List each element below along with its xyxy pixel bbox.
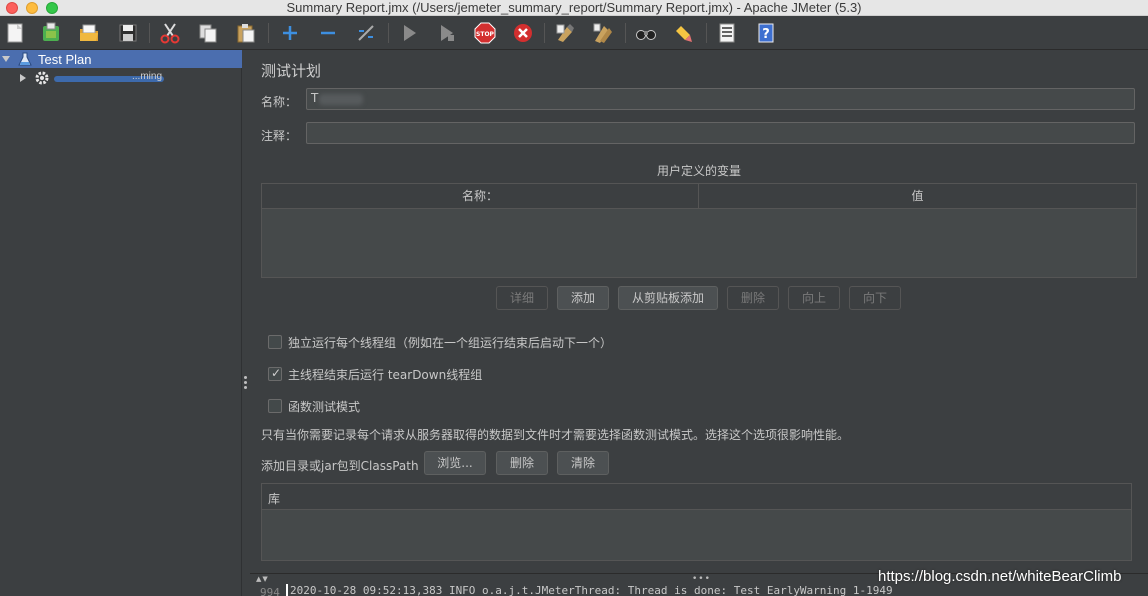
run-thread-groups-consecutively-checkbox[interactable] <box>268 335 282 349</box>
cut-icon[interactable] <box>159 22 181 44</box>
comment-field[interactable] <box>306 122 1135 144</box>
copy-icon[interactable] <box>197 22 219 44</box>
name-field-value: T <box>311 91 319 105</box>
search-icon[interactable] <box>635 22 657 44</box>
table-header: 名称： 值 <box>262 184 1136 209</box>
templates-icon[interactable] <box>40 22 62 44</box>
comment-label: 注释： <box>261 129 298 143</box>
test-plan-icon <box>18 52 32 66</box>
move-down-button[interactable]: 向下 <box>849 286 901 310</box>
column-header-name[interactable]: 名称： <box>262 184 698 209</box>
checkmark-icon: ✓ <box>271 366 282 380</box>
library-table[interactable]: 库 <box>261 483 1132 561</box>
save-icon[interactable] <box>117 22 139 44</box>
toolbar-separator <box>388 23 389 43</box>
shutdown-icon[interactable] <box>512 22 534 44</box>
column-header-value[interactable]: 值 <box>699 184 1136 209</box>
toolbar-separator <box>706 23 707 43</box>
detail-button[interactable]: 详细 <box>496 286 548 310</box>
toolbar-separator <box>149 23 150 43</box>
stop-icon[interactable]: STOP <box>474 22 496 44</box>
functional-test-mode-label: 函数测试模式 <box>288 400 361 414</box>
start-icon[interactable] <box>398 22 420 44</box>
redacted-value-mask <box>319 94 363 105</box>
tree-label-thread-group: ...ming <box>132 71 163 82</box>
move-up-button[interactable]: 向上 <box>788 286 840 310</box>
classpath-clear-button[interactable]: 清除 <box>557 451 609 475</box>
toolbar-separator <box>544 23 545 43</box>
svg-text:STOP: STOP <box>476 31 495 38</box>
browse-button[interactable]: 浏览... <box>424 451 486 475</box>
run-thread-groups-consecutively-label: 独立运行每个线程组（例如在一个组运行结束后启动下一个） <box>288 336 613 350</box>
watermark: https://blog.csdn.net/whiteBearClimb <box>878 568 1122 585</box>
variables-table[interactable]: 名称： 值 <box>261 183 1137 278</box>
add-button[interactable]: 添加 <box>557 286 609 310</box>
reset-search-icon[interactable] <box>673 22 695 44</box>
new-icon[interactable] <box>4 22 26 44</box>
classpath-delete-button[interactable]: 删除 <box>496 451 548 475</box>
add-from-clipboard-button[interactable]: 从剪贴板添加 <box>618 286 718 310</box>
run-teardown-checkbox[interactable]: ✓ <box>268 366 282 381</box>
start-no-pauses-icon[interactable] <box>436 22 458 44</box>
functional-mode-note: 只有当你需要记录每个请求从服务器取得的数据到文件时才需要选择函数测试模式。选择这… <box>261 428 850 442</box>
gear-icon <box>34 70 50 86</box>
collapse-icon[interactable] <box>317 22 339 44</box>
window-title: Summary Report.jmx (/Users/jemeter_summa… <box>286 0 862 15</box>
tree-item-test-plan[interactable]: Test Plan <box>0 50 242 68</box>
log-splitter-handle[interactable]: ••• <box>692 574 711 584</box>
name-field[interactable]: T <box>306 88 1135 110</box>
log-collapse-arrows-icon[interactable]: ▲▼ <box>256 575 269 583</box>
log-line-number: 994 <box>260 586 280 596</box>
open-icon[interactable] <box>78 22 100 44</box>
window-title-bar: Summary Report.jmx (/Users/jemeter_summa… <box>0 0 1148 16</box>
tree-label-test-plan: Test Plan <box>38 52 92 67</box>
library-header: 库 <box>262 484 1131 510</box>
clear-icon[interactable] <box>554 22 576 44</box>
function-helper-icon[interactable] <box>716 22 738 44</box>
chevron-right-icon[interactable] <box>20 74 26 82</box>
delete-button[interactable]: 删除 <box>727 286 779 310</box>
test-plan-tree: Test Plan ...ming <box>0 50 242 596</box>
variables-caption: 用户定义的变量 <box>656 164 741 178</box>
main-toolbar: STOP ? <box>0 16 1148 50</box>
name-label: 名称： <box>261 95 298 109</box>
svg-text:?: ? <box>762 27 770 42</box>
library-header-label: 库 <box>268 492 281 506</box>
log-line: 2020-10-28 09:52:13,383 INFO o.a.j.t.JMe… <box>286 584 893 596</box>
chevron-down-icon[interactable] <box>2 56 10 62</box>
toolbar-separator <box>268 23 269 43</box>
toolbar-separator <box>625 23 626 43</box>
classpath-label: 添加目录或jar包到ClassPath <box>261 459 419 473</box>
page-title: 测试计划 <box>261 62 322 80</box>
help-icon[interactable]: ? <box>755 22 777 44</box>
test-plan-panel: 测试计划 名称： T 注释： 用户定义的变量 名称： 值 详细 添加 从剪贴板添… <box>250 50 1148 573</box>
paste-icon[interactable] <box>235 22 257 44</box>
functional-test-mode-checkbox[interactable] <box>268 399 282 413</box>
clear-all-icon[interactable] <box>592 22 614 44</box>
expand-icon[interactable] <box>279 22 301 44</box>
tree-item-thread-group[interactable]: ...ming <box>0 69 242 87</box>
run-teardown-label: 主线程结束后运行 tearDown线程组 <box>288 368 483 382</box>
splitter-handle[interactable] <box>244 376 247 390</box>
toggle-icon[interactable] <box>355 22 377 44</box>
